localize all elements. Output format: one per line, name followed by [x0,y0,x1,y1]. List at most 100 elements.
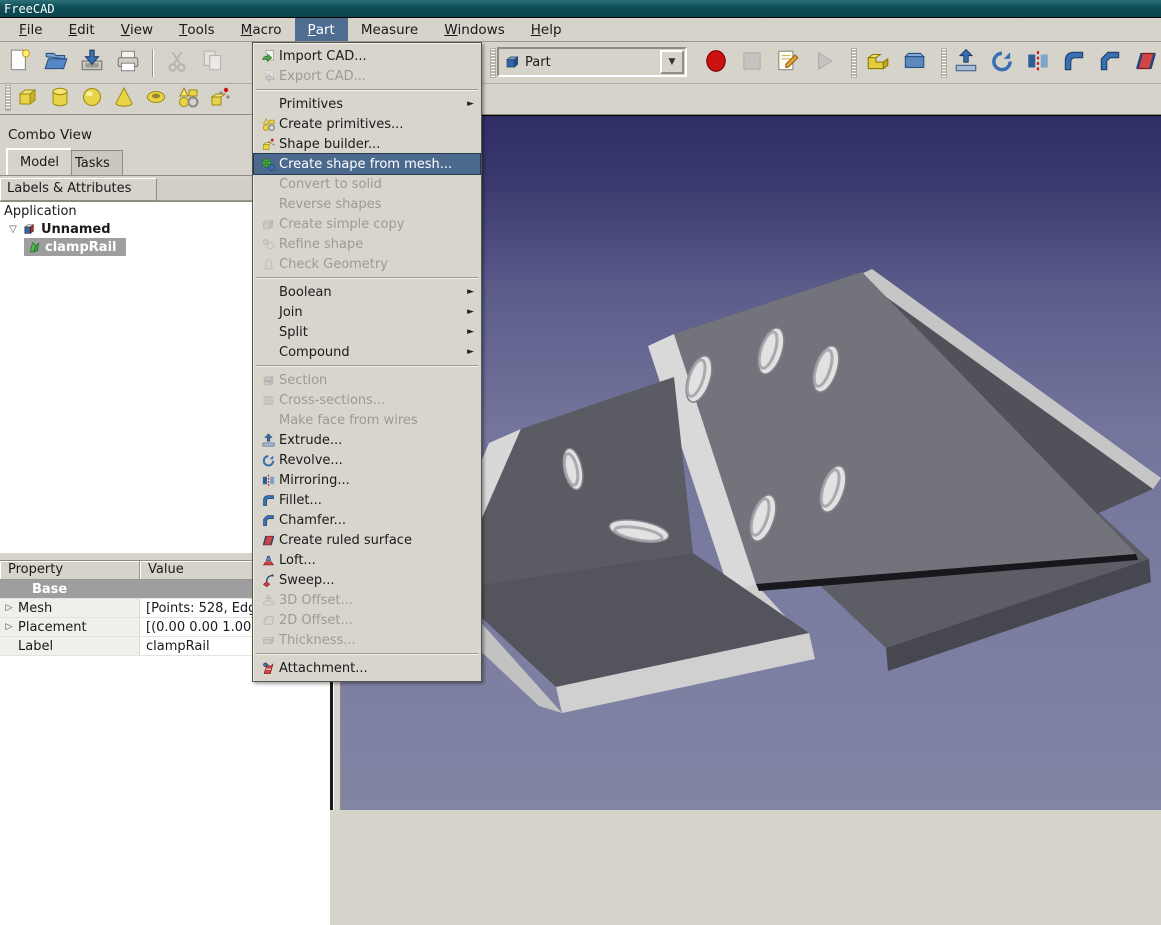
menu-separator [254,86,480,94]
tree-header-button[interactable]: Labels & Attributes [0,178,157,201]
menu-item-shape-builder[interactable]: Shape builder... [254,134,480,154]
menu-item-3d-offset: 3D Offset... [254,590,480,610]
menu-item-create-ruled-surface[interactable]: Create ruled surface [254,530,480,550]
menu-item-import-cad[interactable]: Import CAD... [254,46,480,66]
menubar-item-macro[interactable]: Macro [228,18,295,41]
menu-item-export-cad: Export CAD... [254,66,480,86]
menubar-item-measure[interactable]: Measure [348,18,431,41]
create-primitives-icon [176,85,200,113]
menu-separator [254,274,480,282]
property-group-label: Base [0,580,67,598]
menu-item-boolean[interactable]: Boolean► [254,282,480,302]
menu-item-label: Revolve... [279,453,476,468]
tab-model[interactable]: Model [6,148,72,175]
play-icon [811,48,837,78]
menu-item-extrude[interactable]: Extrude... [254,430,480,450]
macro-edit-button[interactable] [772,47,804,79]
create-primitives-button[interactable] [174,85,202,113]
menubar-item-view[interactable]: View [108,18,166,41]
torus-button[interactable] [142,85,170,113]
menubar-item-tools[interactable]: Tools [166,18,228,41]
toolbar-handle[interactable] [851,48,857,78]
shape-builder-button[interactable] [206,85,234,113]
menubar-item-help[interactable]: Help [518,18,575,41]
menu-item-compound[interactable]: Compound► [254,342,480,362]
compound-button[interactable] [898,47,930,79]
extrude-button[interactable] [950,47,982,79]
chevron-down-icon[interactable]: ▼ [660,50,684,74]
simple-copy-icon [257,217,279,232]
record-icon [703,48,729,78]
mirror-button[interactable] [1022,47,1054,79]
expander-open-icon[interactable]: ▽ [6,224,20,235]
attachment-icon [257,661,279,676]
chamfer-icon [257,513,279,528]
menu-item-label: Extrude... [279,433,476,448]
menu-item-label: Boolean [279,285,467,300]
chamfer-icon [1097,48,1123,78]
menu-item-check-geometry: Check Geometry [254,254,480,274]
window-titlebar[interactable]: FreeCAD [0,0,1161,18]
toolbar-separator [152,49,153,77]
menu-item-label: 2D Offset... [279,613,476,628]
menu-item-split[interactable]: Split► [254,322,480,342]
primitives-toolbar [14,85,234,113]
stop-icon [739,48,765,78]
part-misc-toolbar [862,47,930,79]
tab-model-label: Model [20,155,59,170]
ruled-surface-icon [1133,48,1159,78]
menu-item-mirroring[interactable]: Mirroring... [254,470,480,490]
new-file-button[interactable] [4,47,36,79]
fillet-icon [1061,48,1087,78]
new-file-icon [7,48,33,78]
cone-button[interactable] [110,85,138,113]
expander-icon[interactable]: ▷ [0,622,18,632]
menu-item-label: Convert to solid [279,177,476,192]
submenu-arrow-icon: ► [467,327,476,337]
property-column-header[interactable]: Property [0,561,140,579]
cut-button [161,47,193,79]
ruled-surface-button[interactable] [1130,47,1161,79]
menu-item-fillet[interactable]: Fillet... [254,490,480,510]
menu-item-chamfer[interactable]: Chamfer... [254,510,480,530]
menubar-item-windows[interactable]: Windows [431,18,518,41]
toolbar-handle[interactable] [941,48,947,78]
menu-item-label: Refine shape [279,237,476,252]
cylinder-button[interactable] [46,85,74,113]
toolbar-handle[interactable] [490,48,496,78]
menubar-item-part[interactable]: Part [295,18,348,41]
toolbar-handle[interactable] [5,85,11,111]
menu-item-cross-sections: Cross-sections... [254,390,480,410]
print-button[interactable] [112,47,144,79]
menu-item-primitives[interactable]: Primitives► [254,94,480,114]
part-boolean-icon [865,48,891,78]
menu-item-attachment[interactable]: Attachment... [254,658,480,678]
menu-item-convert-to-solid: Convert to solid [254,174,480,194]
expander-icon[interactable]: ▷ [0,603,18,613]
box-button[interactable] [14,85,42,113]
fillet-button[interactable] [1058,47,1090,79]
menubar-item-edit[interactable]: Edit [56,18,108,41]
menu-item-create-simple-copy: Create simple copy [254,214,480,234]
sphere-button[interactable] [78,85,106,113]
chamfer-button[interactable] [1094,47,1126,79]
menu-item-label: Loft... [279,553,476,568]
menu-item-label: Create primitives... [279,117,476,132]
workbench-selector[interactable]: Part ▼ [497,47,687,77]
menubar-item-file[interactable]: File [6,18,56,41]
menu-item-revolve[interactable]: Revolve... [254,450,480,470]
menu-item-loft[interactable]: Loft... [254,550,480,570]
menu-item-label: Sweep... [279,573,476,588]
tree-item-clamprail[interactable]: clampRail [24,238,126,256]
property-name: Placement [18,620,87,635]
open-folder-button[interactable] [40,47,72,79]
revolve-button[interactable] [986,47,1018,79]
save-button[interactable] [76,47,108,79]
menu-item-join[interactable]: Join► [254,302,480,322]
part-boolean-button[interactable] [862,47,894,79]
menu-item-create-primitives[interactable]: Create primitives... [254,114,480,134]
menu-item-create-shape-from-mesh[interactable]: Create shape from mesh... [254,154,480,174]
menu-item-sweep[interactable]: Sweep... [254,570,480,590]
workbench-value: Part [525,55,660,70]
record-button[interactable] [700,47,732,79]
